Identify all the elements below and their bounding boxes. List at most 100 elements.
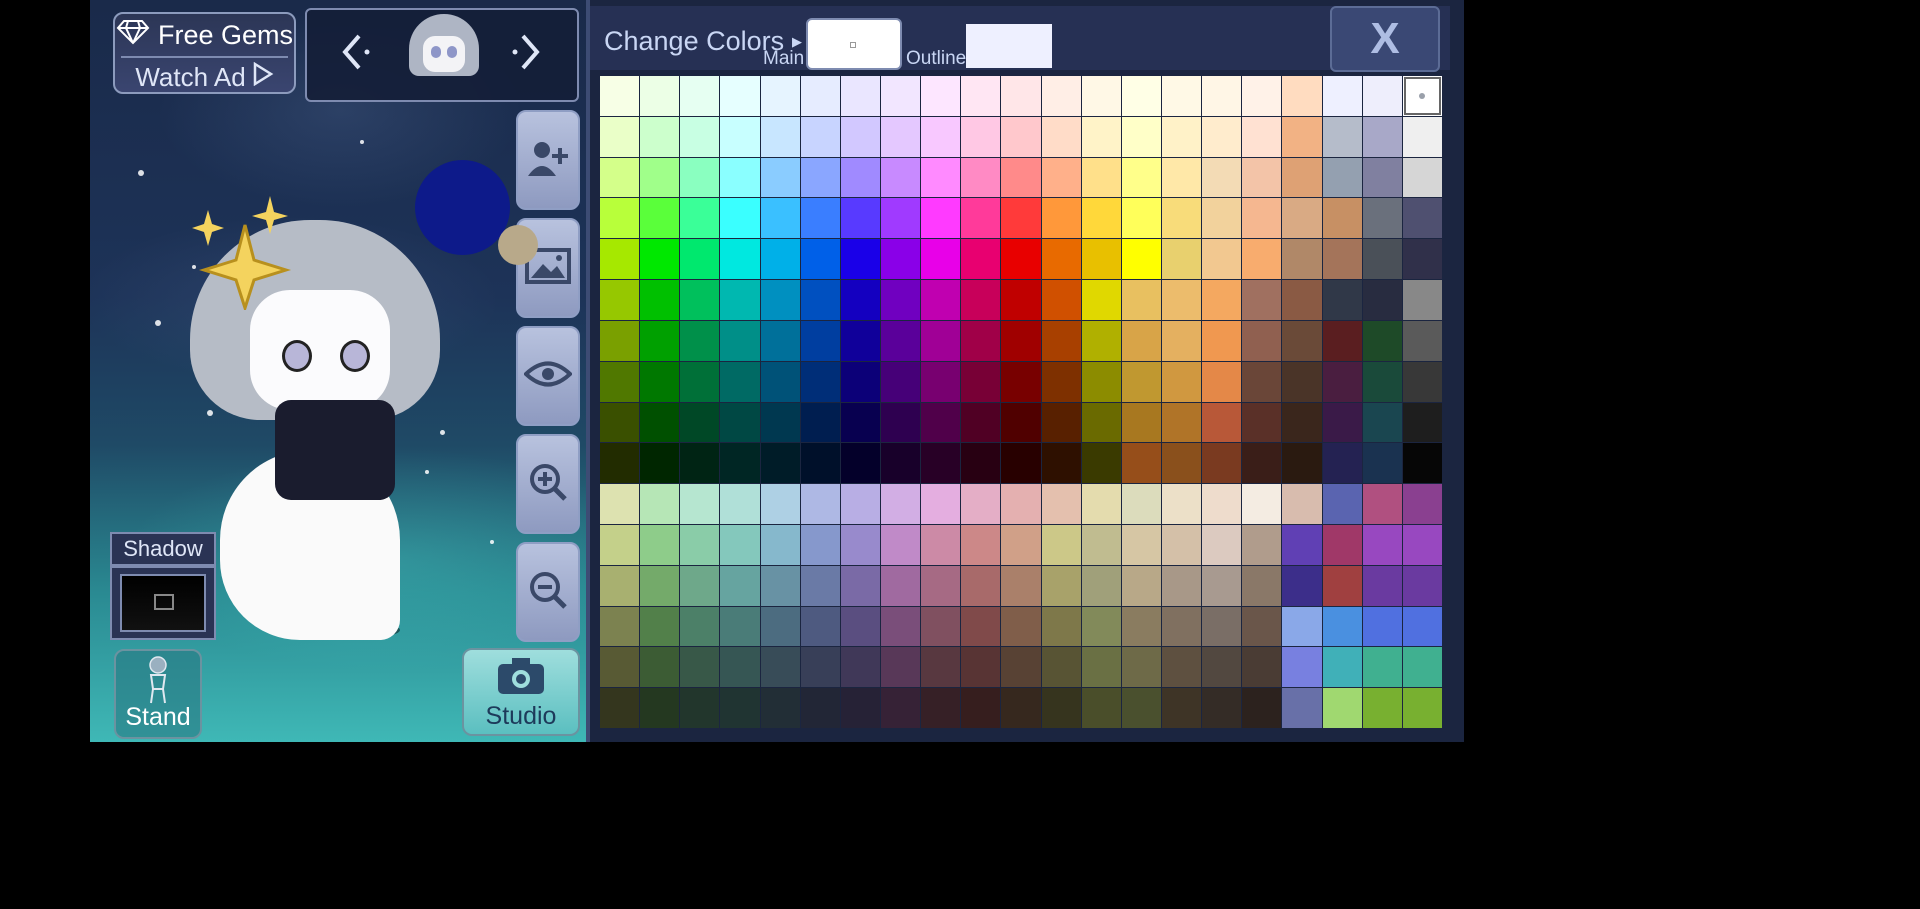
color-swatch[interactable] bbox=[760, 443, 800, 484]
color-swatch[interactable] bbox=[680, 320, 720, 361]
color-swatch[interactable] bbox=[880, 361, 921, 402]
color-swatch[interactable] bbox=[1282, 361, 1322, 402]
color-swatch[interactable] bbox=[640, 402, 680, 443]
color-swatch[interactable] bbox=[680, 280, 720, 320]
color-swatch[interactable] bbox=[880, 688, 921, 728]
color-swatch[interactable] bbox=[880, 76, 921, 116]
color-swatch[interactable] bbox=[720, 76, 760, 116]
color-swatch[interactable] bbox=[600, 239, 640, 280]
color-swatch[interactable] bbox=[921, 116, 961, 157]
color-swatch[interactable] bbox=[961, 198, 1001, 239]
color-swatch[interactable] bbox=[800, 76, 840, 116]
color-swatch[interactable] bbox=[1282, 198, 1322, 239]
color-swatch[interactable] bbox=[680, 402, 720, 443]
color-swatch[interactable] bbox=[720, 239, 760, 280]
color-swatch[interactable] bbox=[640, 565, 680, 606]
color-swatch[interactable] bbox=[1282, 280, 1322, 320]
color-swatch[interactable] bbox=[921, 76, 961, 116]
color-swatch[interactable] bbox=[640, 198, 680, 239]
color-swatch[interactable] bbox=[1202, 116, 1242, 157]
color-swatch[interactable] bbox=[1081, 484, 1121, 524]
color-swatch[interactable] bbox=[1362, 606, 1402, 647]
color-swatch[interactable] bbox=[1402, 280, 1442, 320]
color-swatch[interactable] bbox=[1001, 320, 1041, 361]
color-swatch[interactable] bbox=[720, 402, 760, 443]
color-swatch[interactable] bbox=[640, 524, 680, 565]
color-swatch[interactable] bbox=[880, 565, 921, 606]
color-swatch[interactable] bbox=[720, 524, 760, 565]
color-swatch[interactable] bbox=[600, 320, 640, 361]
outline-color-swatch[interactable] bbox=[966, 24, 1052, 68]
color-swatch[interactable] bbox=[961, 688, 1001, 728]
color-swatch[interactable] bbox=[1322, 647, 1362, 688]
color-swatch[interactable] bbox=[720, 320, 760, 361]
color-swatch[interactable] bbox=[720, 606, 760, 647]
color-swatch[interactable] bbox=[1121, 280, 1161, 320]
color-swatch[interactable] bbox=[1362, 402, 1402, 443]
color-swatch[interactable] bbox=[1121, 157, 1161, 198]
color-swatch[interactable] bbox=[1362, 647, 1402, 688]
color-swatch[interactable] bbox=[600, 76, 640, 116]
color-swatch[interactable] bbox=[1362, 239, 1402, 280]
color-swatch[interactable] bbox=[1282, 565, 1322, 606]
color-swatch[interactable] bbox=[921, 239, 961, 280]
color-swatch[interactable] bbox=[1322, 606, 1362, 647]
color-swatch[interactable] bbox=[840, 484, 880, 524]
color-swatch[interactable] bbox=[1322, 157, 1362, 198]
color-swatch[interactable] bbox=[680, 524, 720, 565]
color-swatch[interactable] bbox=[921, 361, 961, 402]
color-swatch[interactable] bbox=[840, 198, 880, 239]
color-swatch[interactable] bbox=[880, 157, 921, 198]
color-swatch[interactable] bbox=[1402, 647, 1442, 688]
color-swatch[interactable] bbox=[1202, 606, 1242, 647]
color-swatch[interactable] bbox=[600, 484, 640, 524]
color-swatch[interactable] bbox=[961, 320, 1001, 361]
color-swatch[interactable] bbox=[1081, 116, 1121, 157]
color-swatch[interactable] bbox=[1161, 647, 1202, 688]
color-swatch[interactable] bbox=[720, 688, 760, 728]
color-swatch[interactable] bbox=[1362, 524, 1402, 565]
color-swatch[interactable] bbox=[680, 443, 720, 484]
color-swatch[interactable] bbox=[1001, 606, 1041, 647]
color-swatch[interactable] bbox=[840, 402, 880, 443]
color-swatch[interactable] bbox=[760, 239, 800, 280]
color-swatch[interactable] bbox=[921, 320, 961, 361]
color-swatch[interactable] bbox=[1242, 565, 1282, 606]
color-swatch[interactable] bbox=[1362, 76, 1402, 116]
color-swatch[interactable] bbox=[921, 198, 961, 239]
color-swatch[interactable] bbox=[840, 116, 880, 157]
color-swatch[interactable] bbox=[1161, 402, 1202, 443]
color-swatch[interactable] bbox=[800, 198, 840, 239]
color-swatch[interactable] bbox=[720, 647, 760, 688]
color-swatch[interactable] bbox=[961, 484, 1001, 524]
color-swatch[interactable] bbox=[1041, 116, 1081, 157]
color-swatch[interactable] bbox=[760, 524, 800, 565]
color-swatch[interactable] bbox=[1402, 116, 1442, 157]
color-swatch[interactable] bbox=[1001, 402, 1041, 443]
color-swatch[interactable] bbox=[921, 484, 961, 524]
color-swatch[interactable] bbox=[1121, 402, 1161, 443]
color-swatch[interactable] bbox=[961, 361, 1001, 402]
color-swatch[interactable] bbox=[880, 320, 921, 361]
color-swatch[interactable] bbox=[1322, 443, 1362, 484]
color-swatch[interactable] bbox=[1282, 688, 1322, 728]
color-swatch[interactable] bbox=[961, 239, 1001, 280]
color-swatch[interactable] bbox=[1362, 361, 1402, 402]
color-swatch[interactable] bbox=[1362, 484, 1402, 524]
shadow-color-button[interactable] bbox=[110, 566, 216, 640]
color-swatch[interactable] bbox=[640, 239, 680, 280]
color-swatch[interactable] bbox=[680, 647, 720, 688]
color-swatch[interactable] bbox=[1322, 320, 1362, 361]
color-swatch[interactable] bbox=[1202, 647, 1242, 688]
color-swatch[interactable] bbox=[1402, 565, 1442, 606]
color-swatch[interactable] bbox=[1322, 239, 1362, 280]
color-swatch[interactable] bbox=[1001, 116, 1041, 157]
color-swatch[interactable] bbox=[720, 361, 760, 402]
color-swatch[interactable] bbox=[961, 606, 1001, 647]
color-swatch[interactable] bbox=[1282, 443, 1322, 484]
color-swatch[interactable] bbox=[640, 443, 680, 484]
color-swatch[interactable] bbox=[1001, 361, 1041, 402]
color-swatch[interactable] bbox=[720, 565, 760, 606]
color-swatch[interactable] bbox=[760, 280, 800, 320]
color-swatch[interactable] bbox=[1081, 198, 1121, 239]
